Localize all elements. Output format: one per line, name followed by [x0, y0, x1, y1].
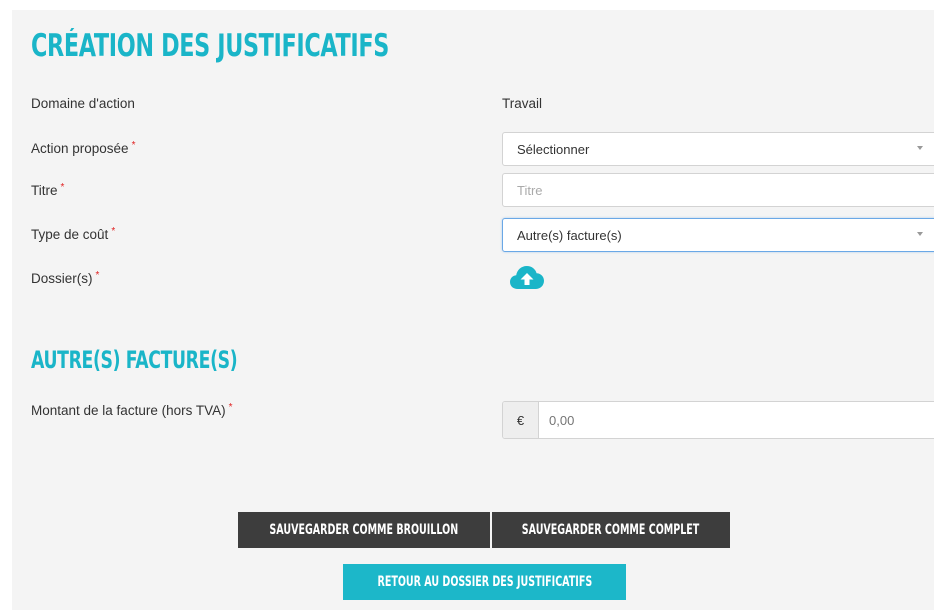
action-label: Action proposée *	[31, 140, 136, 156]
type-cout-label: Type de coût *	[31, 226, 116, 242]
montant-label-text: Montant de la facture (hors TVA)	[31, 403, 226, 418]
save-draft-button[interactable]: Sauvegarder comme brouillon	[238, 512, 490, 548]
action-label-text: Action proposée	[31, 141, 129, 156]
domaine-label-text: Domaine d'action	[31, 96, 135, 111]
type-cout-select[interactable]: Autre(s) facture(s)	[502, 218, 934, 252]
back-button-label: Retour au dossier des justificatifs	[377, 574, 592, 590]
back-to-folder-button[interactable]: Retour au dossier des justificatifs	[343, 564, 626, 600]
required-marker: *	[111, 226, 116, 237]
action-select-value: Sélectionner	[517, 141, 590, 157]
type-cout-select-value: Autre(s) facture(s)	[517, 227, 622, 243]
required-marker: *	[228, 402, 233, 413]
type-cout-label-text: Type de coût	[31, 227, 109, 242]
montant-label: Montant de la facture (hors TVA) *	[31, 402, 233, 418]
section-title: Autre(s) facture(s)	[31, 346, 238, 374]
titre-input[interactable]	[517, 182, 934, 198]
montant-input[interactable]	[539, 402, 934, 438]
titre-label: Titre *	[31, 182, 65, 198]
required-marker: *	[131, 140, 136, 151]
dossiers-label: Dossier(s) *	[31, 270, 100, 286]
dossiers-label-text: Dossier(s)	[31, 271, 93, 286]
titre-field[interactable]	[502, 173, 934, 207]
save-complete-button[interactable]: Sauvegarder comme complet	[492, 512, 730, 548]
page-title: Création des justificatifs	[31, 28, 389, 64]
cloud-upload-icon[interactable]	[509, 264, 545, 292]
save-draft-button-label: Sauvegarder comme brouillon	[269, 522, 459, 538]
titre-label-text: Titre	[31, 183, 58, 198]
chevron-down-icon	[917, 232, 923, 236]
chevron-down-icon	[917, 146, 923, 150]
domaine-label: Domaine d'action	[31, 96, 135, 111]
required-marker: *	[60, 182, 65, 193]
montant-field[interactable]: €	[502, 401, 934, 439]
save-complete-button-label: Sauvegarder comme complet	[522, 522, 700, 538]
action-select[interactable]: Sélectionner	[502, 132, 934, 166]
required-marker: *	[95, 270, 100, 281]
domaine-value: Travail	[502, 96, 543, 111]
currency-addon: €	[503, 402, 539, 438]
